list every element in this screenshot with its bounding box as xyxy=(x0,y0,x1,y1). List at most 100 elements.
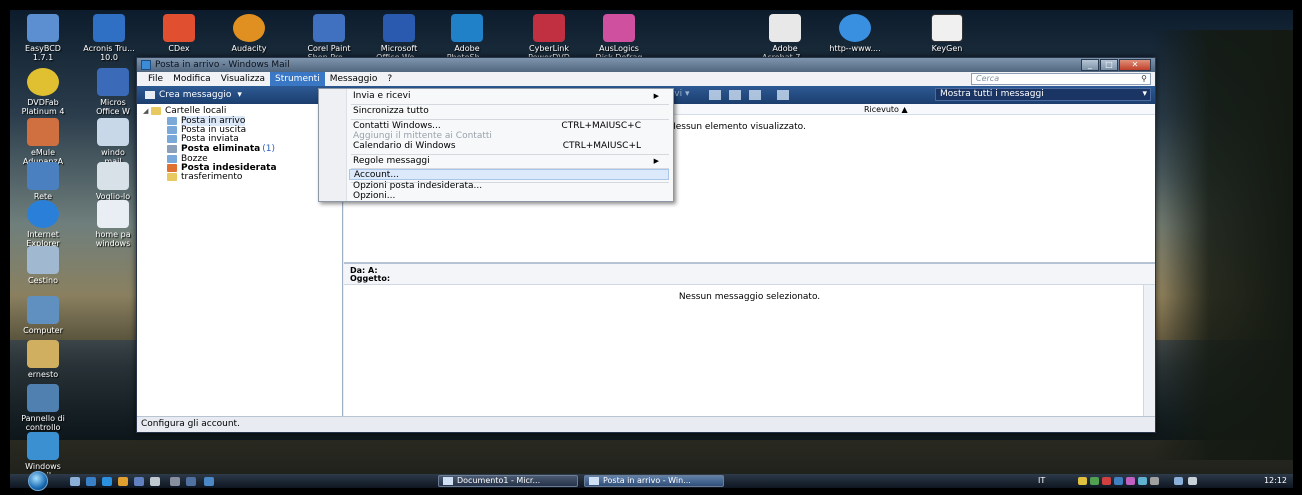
menu-item-invia-ricevi[interactable]: Invia e ricevi ▶ xyxy=(353,91,667,102)
tray-icon[interactable] xyxy=(1138,477,1147,485)
desktop-icon-cestino[interactable]: Cestino xyxy=(10,246,76,285)
word-icon xyxy=(383,14,415,42)
ie-link-icon xyxy=(839,14,871,42)
window-controls: _ □ ✕ xyxy=(1080,59,1151,71)
taskbar-button-word[interactable]: Documento1 - Micr... xyxy=(438,475,578,487)
submenu-arrow-icon: ▶ xyxy=(653,92,659,100)
tray-icon[interactable] xyxy=(1078,477,1087,485)
diskdefrag-icon xyxy=(603,14,635,42)
webpage-icon xyxy=(97,200,129,228)
folder-posta-eliminata[interactable]: Posta eliminata (1) xyxy=(167,144,275,154)
cdex-icon xyxy=(163,14,195,42)
tray-icon[interactable] xyxy=(1090,477,1099,485)
chevron-down-icon: ▾ xyxy=(1142,89,1147,99)
menu-help[interactable]: ? xyxy=(382,72,397,86)
taskbar-button-windows-mail[interactable]: Posta in arrivo - Win... xyxy=(584,475,724,487)
clock[interactable]: 12:12 xyxy=(1264,476,1287,485)
desktop-icon-diskdefrag[interactable]: AusLogics Disk Defrag xyxy=(586,14,652,62)
start-button[interactable] xyxy=(28,471,48,491)
menu-strumenti[interactable]: Strumenti xyxy=(270,72,325,86)
maximize-button[interactable]: □ xyxy=(1100,59,1118,71)
desktop-icon-http-link[interactable]: http--www.... xyxy=(822,14,888,53)
preview-header: Da: A: Oggetto: xyxy=(344,264,1155,285)
desktop-icon-word[interactable]: Microsoft Office Wo... xyxy=(366,14,432,62)
menu-item-opzioni[interactable]: Opzioni... xyxy=(353,191,667,202)
tray-icon[interactable] xyxy=(1126,477,1135,485)
menu-item-calendario[interactable]: Calendario di Windows CTRL+MAIUSC+L xyxy=(353,141,667,152)
junk-mail-icon xyxy=(167,164,177,172)
network-tray-icon[interactable] xyxy=(1174,477,1183,485)
folder-trasferimento[interactable]: trasferimento xyxy=(167,172,242,182)
menu-file[interactable]: File xyxy=(143,72,168,86)
volume-tray-icon[interactable] xyxy=(1188,477,1197,485)
folder-pane: ◢ Cartelle locali Posta in arrivo Posta … xyxy=(137,104,343,418)
desktop-icon-keygen[interactable]: KeyGen xyxy=(914,14,980,53)
desktop-icon-computer[interactable]: Computer xyxy=(10,296,76,335)
app-quicklaunch-icon[interactable] xyxy=(170,477,180,486)
desktop-icon-easybcd[interactable]: EasyBCD 1.7.1 xyxy=(10,14,76,62)
desktop-icon-dvdfab[interactable]: DVDFab Platinum 4 xyxy=(10,68,76,116)
corel-icon xyxy=(313,14,345,42)
taskbar: Documento1 - Micr... Posta in arrivo - W… xyxy=(10,471,1293,491)
keygen-icon xyxy=(931,14,963,42)
network-icon xyxy=(27,162,59,190)
contacts-icon[interactable] xyxy=(709,90,721,100)
address-book-icon[interactable] xyxy=(777,90,789,100)
menu-item-regole[interactable]: Regole messaggi ▶ xyxy=(353,156,667,167)
desktop-icon-audacity[interactable]: Audacity xyxy=(216,14,282,53)
print-icon[interactable] xyxy=(749,90,761,100)
menu-icon-gutter xyxy=(319,89,347,201)
taskbar-button-label: Documento1 - Micr... xyxy=(457,476,541,485)
tray-icon[interactable] xyxy=(1114,477,1123,485)
desktop-icon-photoshop[interactable]: Adobe PhotoSh... xyxy=(434,14,500,62)
tray-icon[interactable] xyxy=(1150,477,1159,485)
desktop-icon-rete[interactable]: Rete xyxy=(10,162,76,201)
title-bar[interactable]: Posta in arrivo - Windows Mail _ □ ✕ xyxy=(137,58,1155,72)
folder-label: Posta eliminata xyxy=(181,144,261,154)
search-input[interactable]: Cerca ⚲ xyxy=(971,73,1151,85)
preview-pane: Da: A: Oggetto: Nessun messaggio selezio… xyxy=(344,262,1155,418)
menu-messaggio[interactable]: Messaggio xyxy=(325,72,383,86)
preview-scrollbar[interactable] xyxy=(1143,285,1155,418)
minimize-button[interactable]: _ xyxy=(1081,59,1099,71)
windows-mail-icon xyxy=(27,432,59,460)
app-quicklaunch-icon[interactable] xyxy=(204,477,214,486)
close-button[interactable]: ✕ xyxy=(1119,59,1151,71)
desktop-icon-acronis[interactable]: Acronis Tru... 10.0 xyxy=(76,14,142,62)
folder-posta-inviata[interactable]: Posta inviata xyxy=(167,134,239,144)
acronis-icon xyxy=(93,14,125,42)
switch-windows-icon[interactable] xyxy=(86,477,96,486)
media-quicklaunch-icon[interactable] xyxy=(134,477,144,486)
show-desktop-icon[interactable] xyxy=(70,477,80,486)
taskbar-button-label: Posta in arrivo - Win... xyxy=(603,476,691,485)
desktop-icon-pannello-controllo[interactable]: Pannello di controllo xyxy=(10,384,76,432)
app-quicklaunch-icon[interactable] xyxy=(150,477,160,486)
menu-visualizza[interactable]: Visualizza xyxy=(216,72,270,86)
desktop-icon-ernesto[interactable]: ernesto xyxy=(10,340,76,379)
column-received[interactable]: Ricevuto ▲ xyxy=(864,105,908,114)
desktop-icon-cdex[interactable]: CDex xyxy=(146,14,212,53)
powerdvd-icon xyxy=(533,14,565,42)
menu-item-label: Opzioni posta indesiderata... xyxy=(353,181,483,191)
desktop-icon-emule[interactable]: eMule AdunanzA xyxy=(10,118,76,166)
menu-modifica[interactable]: Modifica xyxy=(168,72,216,86)
desktop-icon-internet-explorer[interactable]: Internet Explorer xyxy=(10,200,76,248)
app-quicklaunch-icon[interactable] xyxy=(186,477,196,486)
menu-item-sincronizza[interactable]: Sincronizza tutto xyxy=(353,106,667,117)
desktop-icon-acrobat[interactable]: Adobe Acrobat 7... xyxy=(752,14,818,62)
desktop-icon-corel[interactable]: Corel Paint Shop Pro... xyxy=(296,14,362,62)
folder-local-folders[interactable]: Cartelle locali xyxy=(151,106,226,116)
new-message-button[interactable]: Crea messaggio ▾ xyxy=(137,90,250,100)
desktop-icon-powerdvd[interactable]: CyberLink PowerDVD xyxy=(516,14,582,62)
tray-icon[interactable] xyxy=(1102,477,1111,485)
office-icon xyxy=(97,68,129,96)
language-indicator[interactable]: IT xyxy=(1038,476,1045,485)
menu-separator xyxy=(351,104,669,105)
ie-quicklaunch-icon[interactable] xyxy=(102,477,112,486)
calendar-icon[interactable] xyxy=(729,90,741,100)
view-filter-select[interactable]: Mostra tutti i messaggi ▾ xyxy=(935,88,1151,101)
firefox-quicklaunch-icon[interactable] xyxy=(118,477,128,486)
tree-expand-icon[interactable]: ◢ xyxy=(143,107,148,115)
menu-bar: File Modifica Visualizza Strumenti Messa… xyxy=(137,72,1155,86)
menu-item-account[interactable]: Account... xyxy=(349,169,669,180)
